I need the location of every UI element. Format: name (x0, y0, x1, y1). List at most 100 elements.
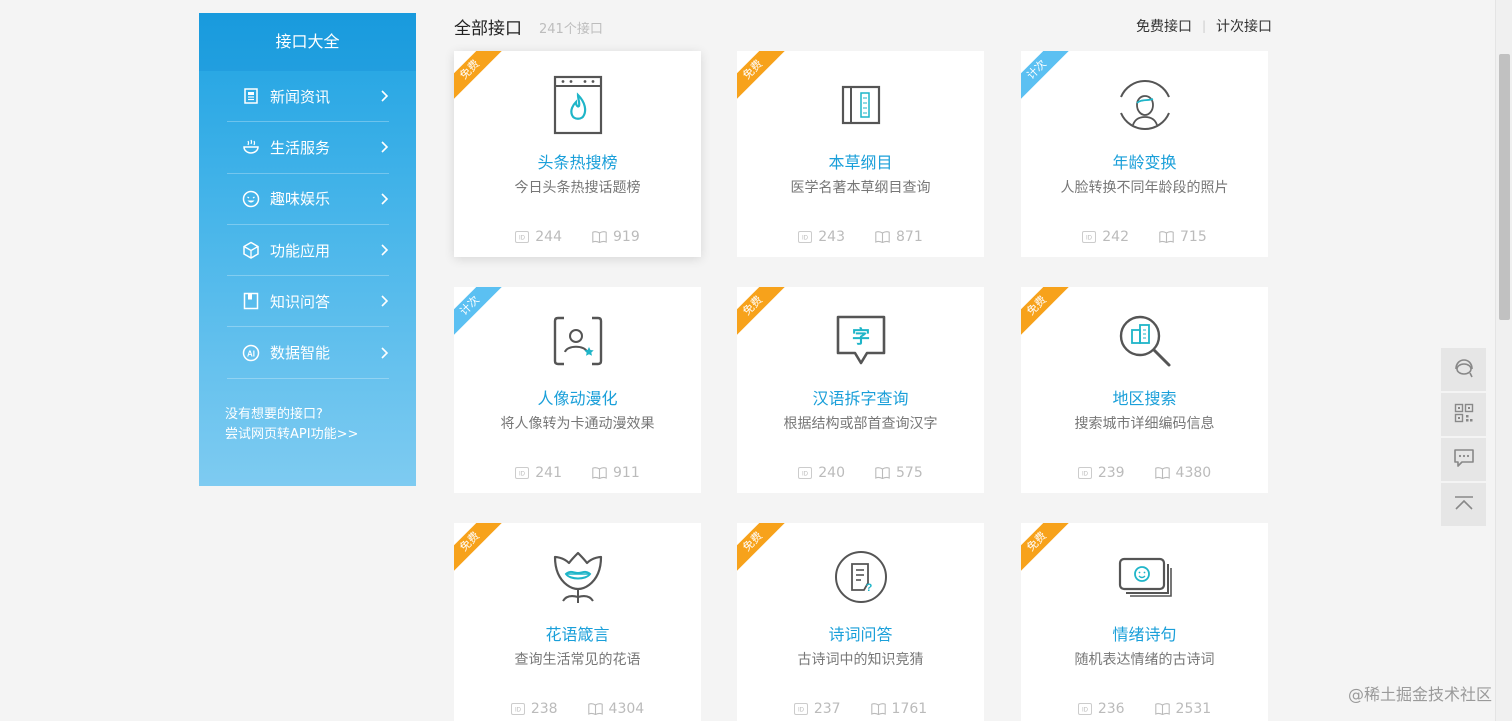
sidebar-footer: 没有想要的接口? 尝试网页转API功能>> (225, 405, 416, 445)
api-card[interactable]: 免费 情绪诗句 随机表达情绪的古诗词 ID 236 2531 (1021, 523, 1268, 721)
views-value: 4380 (1175, 465, 1212, 481)
chevron-right-icon (379, 193, 389, 205)
id-value: 238 (530, 701, 558, 717)
api-description: 人脸转换不同年龄段的照片 (1060, 180, 1229, 196)
api-meta: ID 237 1761 (737, 701, 984, 717)
flame-window-icon (546, 73, 610, 137)
svg-text:ID: ID (798, 708, 805, 714)
id-value: 236 (1097, 701, 1125, 717)
api-card[interactable]: 免费 头条热搜榜 今日头条热搜话题榜 ID 244 919 (454, 51, 701, 257)
api-id: ID 236 (1077, 701, 1125, 717)
api-views: 919 (592, 229, 640, 245)
scrollbar-thumb[interactable] (1499, 54, 1510, 320)
category-sidebar: 接口大全 新闻资讯 生活服务 趣味娱乐 功能应用 知识问答 AI 数据智能 没有… (199, 13, 416, 486)
api-name: 地区搜索 (1112, 389, 1177, 408)
feedback-button[interactable] (1441, 438, 1486, 481)
svg-text:AI: AI (247, 349, 255, 358)
character-bubble-icon: 字 (829, 309, 893, 373)
id-value: 240 (818, 465, 845, 481)
api-views: 911 (592, 465, 640, 481)
open-book-icon (592, 231, 607, 243)
qrcode-icon (1454, 403, 1474, 427)
sidebar-title: 接口大全 (199, 13, 416, 71)
api-card[interactable]: 免费 花语箴言 查询生活常见的花语 ID 238 4304 (454, 523, 701, 721)
api-id: ID 243 (798, 229, 845, 245)
api-meta: ID 241 911 (454, 465, 701, 481)
svg-text:ID: ID (1082, 472, 1089, 478)
id-icon: ID (1077, 467, 1092, 479)
open-book-icon (587, 703, 603, 715)
api-meta: ID 244 919 (454, 229, 701, 245)
api-card[interactable]: 免费 字 汉语拆字查询 根据结构或部首查询汉字 ID 240 575 (737, 287, 984, 493)
api-description: 查询生活常见的花语 (514, 652, 641, 668)
sidebar-item-data-ai[interactable]: AI 数据智能 (227, 327, 389, 379)
views-value: 919 (613, 229, 640, 245)
sidebar-item-function[interactable]: 功能应用 (227, 225, 389, 277)
book-icon (241, 291, 261, 311)
views-value: 4304 (608, 701, 645, 717)
id-icon: ID (1082, 231, 1097, 243)
page-scrollbar[interactable] (1495, 0, 1512, 721)
id-value: 241 (535, 465, 562, 481)
flower-lips-icon (546, 545, 610, 609)
api-name: 诗词问答 (828, 625, 893, 644)
api-name: 花语箴言 (545, 625, 610, 644)
sidebar-item-life[interactable]: 生活服务 (227, 122, 389, 174)
open-book-icon (875, 231, 890, 243)
paid-interfaces-filter[interactable]: 计次接口 (1216, 16, 1272, 36)
api-card[interactable]: 免费 ? 诗词问答 古诗词中的知识竞猜 ID 237 1761 (737, 523, 984, 721)
filter-separator: | (1201, 19, 1206, 33)
portrait-frame-icon (546, 309, 610, 373)
api-views: 715 (1159, 229, 1207, 245)
api-views: 4304 (587, 701, 645, 717)
sidebar-item-knowledge[interactable]: 知识问答 (227, 276, 389, 328)
sidebar-item-news[interactable]: 新闻资讯 (227, 71, 389, 123)
chat-icon (1453, 448, 1475, 472)
back-to-top-button[interactable] (1441, 483, 1486, 526)
api-id: ID 241 (515, 465, 562, 481)
api-card[interactable]: 免费 本草纲目 医学名著本草纲目查询 ID 243 871 (737, 51, 984, 257)
web-to-api-link[interactable]: 尝试网页转API功能>> (225, 425, 416, 445)
api-card[interactable]: 计次 年龄变换 人脸转换不同年龄段的照片 ID 242 715 (1021, 51, 1268, 257)
interface-count: 241个接口 (539, 21, 603, 37)
api-name: 情绪诗句 (1112, 625, 1177, 644)
bowl-icon (241, 137, 261, 157)
id-icon: ID (510, 703, 525, 715)
chevron-right-icon (379, 347, 389, 359)
free-badge: 免费 (737, 287, 787, 340)
id-icon: ID (1077, 703, 1092, 715)
api-card[interactable]: 计次 人像动漫化 将人像转为卡通动漫效果 ID 241 911 (454, 287, 701, 493)
free-badge: 免费 (1021, 523, 1071, 576)
free-interfaces-filter[interactable]: 免费接口 (1136, 16, 1192, 36)
api-id: ID 244 (515, 229, 562, 245)
api-meta: ID 239 4380 (1021, 465, 1268, 481)
api-description: 搜索城市详细编码信息 (1074, 416, 1215, 432)
sidebar-item-label: 知识问答 (270, 292, 331, 311)
back-to-top-icon (1453, 495, 1475, 515)
no-interface-link[interactable]: 没有想要的接口? (225, 405, 416, 425)
open-book-icon (875, 467, 890, 479)
emotion-card-icon (1113, 545, 1177, 609)
api-views: 2531 (1154, 701, 1211, 717)
sidebar-item-label: 趣味娱乐 (270, 190, 331, 209)
free-badge: 免费 (454, 51, 504, 104)
api-description: 古诗词中的知识竞猜 (797, 652, 924, 668)
ancient-book-icon (829, 73, 893, 137)
api-meta: ID 238 4304 (454, 701, 701, 717)
api-card[interactable]: 免费 地区搜索 搜索城市详细编码信息 ID 239 4380 (1021, 287, 1268, 493)
face-portrait-icon (1113, 73, 1177, 137)
sidebar-item-fun[interactable]: 趣味娱乐 (227, 174, 389, 225)
api-id: ID 239 (1077, 465, 1125, 481)
qrcode-button[interactable] (1441, 393, 1486, 436)
open-book-icon (1154, 467, 1170, 479)
id-value: 242 (1102, 229, 1129, 245)
sidebar-item-label: 功能应用 (270, 241, 331, 260)
paid-badge: 计次 (454, 287, 504, 340)
chevron-right-icon (379, 141, 389, 154)
svg-text:ID: ID (802, 472, 809, 478)
open-book-icon (1159, 231, 1174, 243)
customer-service-button[interactable] (1441, 348, 1486, 391)
headset-icon (1452, 357, 1476, 383)
floating-toolbar (1441, 348, 1486, 528)
api-meta: ID 242 715 (1021, 229, 1268, 245)
